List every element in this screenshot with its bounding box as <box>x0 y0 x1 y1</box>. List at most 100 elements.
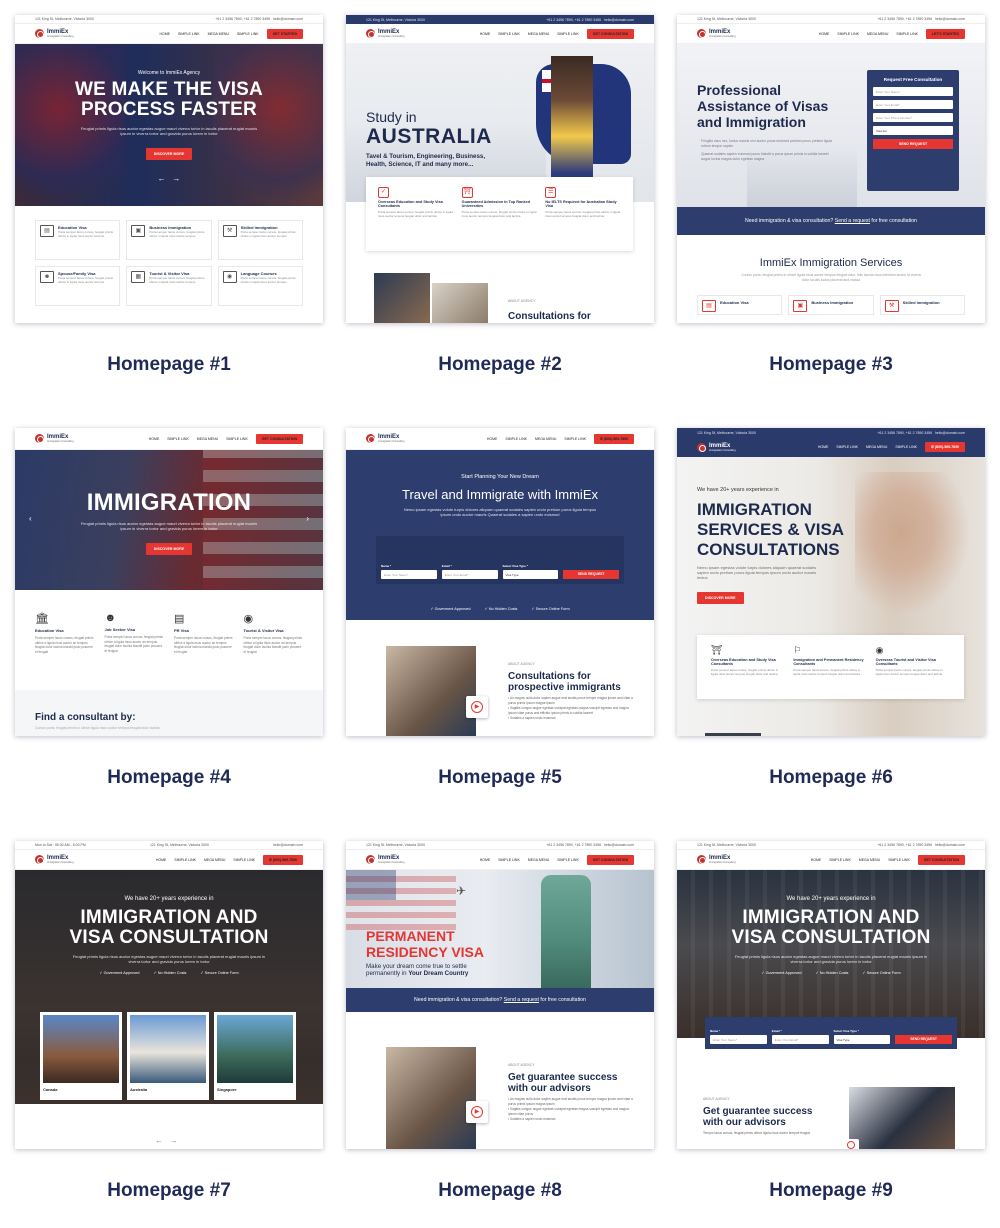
visa-type-select[interactable]: Visa Type <box>833 1035 891 1044</box>
menu-simple-link[interactable]: SIMPLE LINK <box>888 858 910 862</box>
homepage-9-preview[interactable]: 121 King St, Melbourne, Victoria 3000 +6… <box>677 841 985 1149</box>
homepage-2-preview[interactable]: 121 King St, Melbourne, Victoria 3000 +6… <box>346 15 654 323</box>
logo[interactable]: ImmiEx Immigration Consulting <box>697 855 736 864</box>
phone-input[interactable]: Enter Your Phone Number* <box>873 113 953 122</box>
menu-simple-link[interactable]: SIMPLE LINK <box>226 437 248 441</box>
homepage-3-caption[interactable]: Homepage #3 <box>677 354 985 376</box>
homepage-4-caption[interactable]: Homepage #4 <box>15 767 323 789</box>
destination-card[interactable]: Australia <box>127 1012 209 1100</box>
homepage-9-caption[interactable]: Homepage #9 <box>677 1180 985 1202</box>
visa-select[interactable]: Visa For <box>873 126 953 135</box>
discover-more-button[interactable]: DISCOVER MORE <box>145 543 193 556</box>
menu-home[interactable]: HOME <box>819 32 830 36</box>
menu-home[interactable]: HOME <box>149 437 160 441</box>
slider-arrows[interactable]: ← → <box>15 174 323 183</box>
email-input[interactable]: Enter Your Email* <box>441 570 498 579</box>
menu-mega-menu[interactable]: MEGA MENU <box>528 32 549 36</box>
phone-button[interactable]: ✆ (800)-569-7890 <box>262 854 303 865</box>
service-card[interactable]: ▤ Education Visa Porta semper lacus cursus… <box>35 220 121 260</box>
lets-started-button[interactable]: LET'S STARTED <box>925 28 965 39</box>
menu-mega-menu[interactable]: MEGA MENU <box>197 437 218 441</box>
menu-simple-link[interactable]: SIMPLE LINK <box>237 32 259 36</box>
menu-mega-menu[interactable]: MEGA MENU <box>208 32 229 36</box>
name-input[interactable]: Enter Your Name* <box>873 87 953 96</box>
homepage-1-preview[interactable]: 121 King St, Melbourne, Victoria 3000 +6… <box>15 15 323 323</box>
menu-simple-link[interactable]: SIMPLE LINK <box>557 858 579 862</box>
menu-mega-menu[interactable]: MEGA MENU <box>535 437 556 441</box>
visa-item[interactable]: ◉ Tourist & Visitor Visa Porta semper lacu… <box>244 612 304 654</box>
menu-simple-link[interactable]: SIMPLE LINK <box>836 445 858 449</box>
logo[interactable]: ImmiEx Immigration Consulting <box>366 29 405 38</box>
homepage-5-preview[interactable]: ImmiEx Immigration Consulting HOME SIMPLE… <box>346 428 654 736</box>
homepage-8-preview[interactable]: 121 King St, Melbourne, Victoria 3000 +6… <box>346 841 654 1149</box>
menu-mega-menu[interactable]: MEGA MENU <box>867 32 888 36</box>
menu-simple-link[interactable]: SIMPLE LINK <box>895 445 917 449</box>
menu-simple-link[interactable]: SIMPLE LINK <box>233 858 255 862</box>
service-card[interactable]: ⚒ Skilled Immigration <box>879 295 965 315</box>
menu-mega-menu[interactable]: MEGA MENU <box>204 858 225 862</box>
homepage-2-caption[interactable]: Homepage #2 <box>346 354 654 376</box>
get-consultation-button[interactable]: GET CONSULTATION <box>586 28 634 39</box>
visa-type-select[interactable]: Visa Type <box>502 570 559 579</box>
homepage-1-caption[interactable]: Homepage #1 <box>15 354 323 376</box>
homepage-6-preview[interactable]: 121 King St, Melbourne, Victoria 3000 +6… <box>677 428 985 736</box>
video-play-button[interactable]: ▶ <box>466 696 488 718</box>
email-input[interactable]: Enter Your Email* <box>873 100 953 109</box>
logo[interactable]: ImmiEx Immigration Consulting <box>35 434 74 443</box>
service-card[interactable]: ▣ Business Immigration <box>788 295 874 315</box>
menu-simple-link[interactable]: SIMPLE LINK <box>564 437 586 441</box>
homepage-8-caption[interactable]: Homepage #8 <box>346 1180 654 1202</box>
phone-button[interactable]: ✆ (800)-569-7890 <box>593 433 634 444</box>
homepage-6-caption[interactable]: Homepage #6 <box>677 767 985 789</box>
service-card[interactable]: ☻ Spouse/Family Visa Porta semper lacus cu… <box>35 266 121 306</box>
menu-simple-link[interactable]: SIMPLE LINK <box>178 32 200 36</box>
menu-simple-link[interactable]: SIMPLE LINK <box>174 858 196 862</box>
logo[interactable]: ImmiEx Immigration Consulting <box>35 855 74 864</box>
visa-item[interactable]: 🏛︎ Education Visa Porta semper lacus cursu… <box>35 612 95 654</box>
get-started-button[interactable]: GET STARTED <box>266 28 303 39</box>
menu-simple-link[interactable]: SIMPLE LINK <box>829 858 851 862</box>
get-consultation-button[interactable]: GET CONSULTATION <box>917 854 965 865</box>
menu-simple-link[interactable]: SIMPLE LINK <box>896 32 918 36</box>
logo[interactable]: ImmiEx Immigration Consulting <box>697 442 736 452</box>
discover-more-button[interactable]: DISCOVER MORE <box>697 592 744 604</box>
name-input[interactable]: Enter Your Name* <box>381 570 437 579</box>
video-play-button[interactable] <box>843 1139 859 1149</box>
logo[interactable]: ImmiEx Immigration Consulting <box>366 855 405 864</box>
chevron-left-icon[interactable]: ‹ <box>29 514 32 523</box>
slider-arrows[interactable]: ← → <box>155 1136 178 1145</box>
visa-item[interactable]: ☻ Job Seeker Visa Porta semper lacus cursu… <box>105 612 165 654</box>
menu-home[interactable]: HOME <box>159 32 170 36</box>
menu-mega-menu[interactable]: MEGA MENU <box>866 445 887 449</box>
destination-card[interactable]: Canada <box>40 1012 122 1100</box>
homepage-4-preview[interactable]: ImmiEx Immigration Consulting HOME SIMPLE… <box>15 428 323 736</box>
discover-more-button[interactable]: DISCOVER MORE <box>145 147 193 160</box>
send-request-button[interactable]: SEND REQUEST <box>873 139 953 149</box>
service-card[interactable]: ▦ Tourist & Visitor Visa Porta semper lacu… <box>126 266 212 306</box>
send-request-button[interactable]: SEND REQUEST <box>563 570 619 579</box>
homepage-3-preview[interactable]: 121 King St, Melbourne, Victoria 3000 +6… <box>677 15 985 323</box>
menu-home[interactable]: HOME <box>811 858 822 862</box>
service-card[interactable]: ▣ Business Immigration Porta semper lacus … <box>126 220 212 260</box>
send-request-link[interactable]: Send a request <box>835 218 870 224</box>
logo[interactable]: ImmiEx Immigration Consulting <box>366 434 405 443</box>
menu-mega-menu[interactable]: MEGA MENU <box>859 858 880 862</box>
chevron-right-icon[interactable]: › <box>306 514 309 523</box>
menu-simple-link[interactable]: SIMPLE LINK <box>498 858 520 862</box>
service-card[interactable]: ▤ Education Visa <box>697 295 783 315</box>
menu-home[interactable]: HOME <box>487 437 498 441</box>
name-input[interactable]: Enter Your Name* <box>710 1035 767 1044</box>
send-request-button[interactable]: SEND REQUEST <box>895 1035 952 1044</box>
menu-simple-link[interactable]: SIMPLE LINK <box>505 437 527 441</box>
send-request-link[interactable]: Send a request <box>504 997 539 1003</box>
logo[interactable]: ImmiEx Immigration Consulting <box>35 29 74 38</box>
menu-simple-link[interactable]: SIMPLE LINK <box>557 32 579 36</box>
menu-simple-link[interactable]: SIMPLE LINK <box>837 32 859 36</box>
email-input[interactable]: Enter Your Email* <box>771 1035 829 1044</box>
homepage-5-caption[interactable]: Homepage #5 <box>346 767 654 789</box>
menu-home[interactable]: HOME <box>480 32 491 36</box>
visa-item[interactable]: ▤ PR Visa Porta semper lacus cursus, feugi… <box>174 612 234 654</box>
menu-simple-link[interactable]: SIMPLE LINK <box>167 437 189 441</box>
menu-simple-link[interactable]: SIMPLE LINK <box>498 32 520 36</box>
phone-button[interactable]: ✆ (800)-569-7890 <box>924 442 965 452</box>
